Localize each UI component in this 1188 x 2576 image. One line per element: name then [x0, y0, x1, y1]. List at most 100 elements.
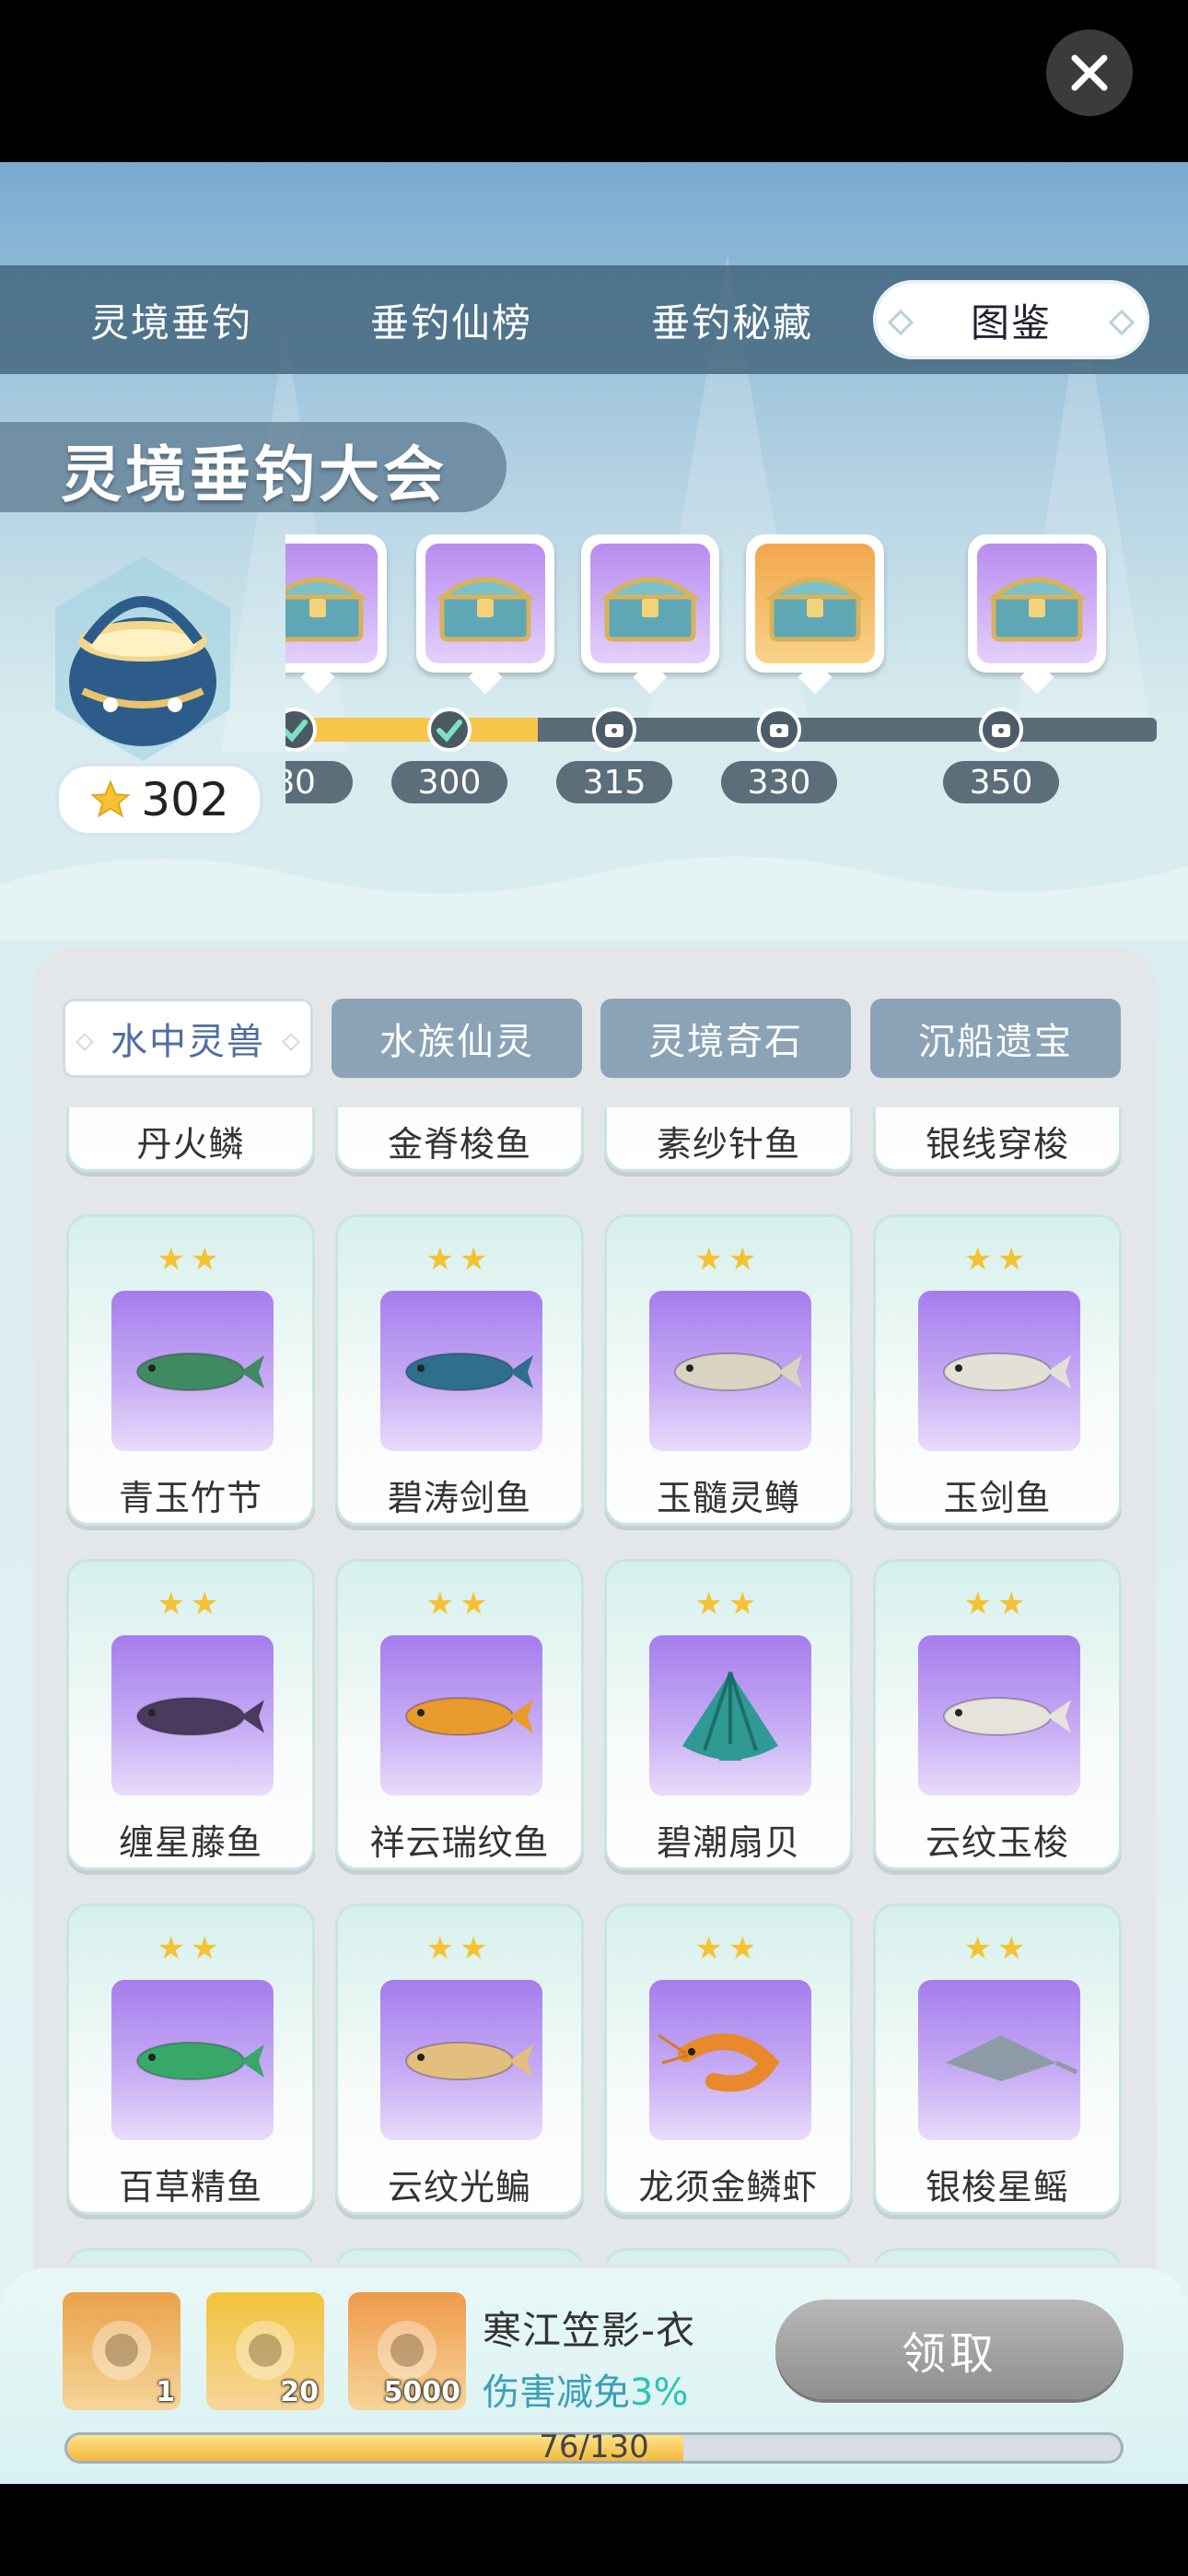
milestone-label: 315: [556, 761, 672, 803]
category-tab-2[interactable]: 灵境奇石: [600, 999, 851, 1078]
fish-name: 云纹玉梭: [925, 1822, 1069, 1863]
shrimp-icon: [649, 1980, 811, 2140]
reward-effect: 伤害减免3%: [483, 2362, 688, 2416]
goldfish-icon: [380, 1635, 542, 1796]
diamond-ornament-icon: [282, 1033, 300, 1051]
tab-codex[interactable]: 图鉴: [873, 280, 1149, 359]
fish-name: 祥云瑞纹鱼: [369, 1822, 550, 1863]
tab-codex-label: 图鉴: [970, 299, 1052, 345]
fish-name: 云纹光鳊: [387, 2167, 531, 2207]
fish-card[interactable]: 金脊梭鱼: [335, 1107, 584, 1172]
category-tab-label: 沉船遗宝: [918, 1021, 1073, 1063]
trout-icon: [649, 1291, 811, 1451]
tab-treasure[interactable]: 垂钓秘藏: [594, 265, 870, 374]
character-outfit-icon[interactable]: 1: [63, 2292, 181, 2410]
diamond-ornament-icon: [1108, 309, 1136, 336]
fish-card[interactable]: [66, 2248, 315, 2263]
chest-reward-4[interactable]: [968, 534, 1106, 695]
fish-card[interactable]: 丹火鳞: [66, 1107, 315, 1172]
milestone-label: 300: [391, 761, 507, 803]
fish-card[interactable]: ★★ 龙须金鳞虾: [604, 1903, 853, 2215]
fish-name: 素纱针鱼: [656, 1124, 800, 1165]
category-tab-label: 水中灵兽: [111, 1021, 265, 1063]
reward-count: 1: [156, 2376, 175, 2408]
fish-card[interactable]: ★★ 碧涛剑鱼: [335, 1214, 584, 1526]
category-tab-0[interactable]: 水中灵兽: [63, 999, 313, 1078]
chest-reward-3[interactable]: [746, 534, 884, 695]
treasure-chest-icon: [285, 577, 367, 642]
fish-card[interactable]: [873, 2248, 1122, 2263]
diamond-ornament-icon: [76, 1033, 94, 1051]
tab-fishing[interactable]: 灵境垂钓: [33, 265, 309, 374]
collection-progress-text: 76/130: [539, 2429, 649, 2465]
reward-name: 寒江笠影-衣: [483, 2308, 696, 2353]
treasure-chest-icon: [601, 577, 699, 642]
fish-name: 碧涛剑鱼: [387, 1478, 531, 1518]
milestone-label: 350: [943, 761, 1059, 803]
fish-grid[interactable]: 丹火鳞 金脊梭鱼 素纱针鱼 银线穿梭 ★★ 青玉竹节 ★★ 碧涛剑鱼 ★★ 玉髓灵鳟 ★★ 玉剑鱼 ★★…: [57, 1107, 1135, 2263]
star-rating: ★★: [425, 1241, 494, 1278]
track-fill: [285, 718, 539, 742]
diamond-ornament-icon: [887, 309, 914, 336]
fish-card[interactable]: ★★ 银梭星鳐: [873, 1903, 1122, 2215]
close-icon: [1071, 54, 1108, 91]
fish-name: 龙须金鳞虾: [638, 2167, 819, 2207]
chest-reward-0[interactable]: [285, 534, 387, 695]
fish-card[interactable]: ★★ 玉髓灵鳟: [604, 1214, 853, 1526]
claim-button[interactable]: 领取: [775, 2300, 1124, 2399]
star-rating: ★★: [157, 1586, 225, 1622]
fish-card[interactable]: 素纱针鱼: [604, 1107, 853, 1172]
category-tab-1[interactable]: 水族仙灵: [332, 999, 582, 1078]
fish-name: 银梭星鳐: [925, 2167, 1069, 2207]
pouch-icon: [55, 556, 230, 761]
category-tab-3[interactable]: 沉船遗宝: [870, 999, 1121, 1078]
lock-icon: [592, 708, 636, 752]
fish-name: 青玉竹节: [118, 1478, 262, 1518]
shark-icon: [918, 1635, 1080, 1796]
star-icon: [90, 779, 131, 818]
fish-card[interactable]: 银线穿梭: [873, 1107, 1122, 1172]
star-rating: ★★: [157, 1930, 225, 1967]
close-button[interactable]: [1046, 29, 1133, 116]
fish-card[interactable]: ★★ 缠星藤鱼: [66, 1559, 315, 1870]
check-icon: [427, 708, 472, 752]
lock-icon: [757, 708, 801, 752]
fish-card[interactable]: ★★ 云纹玉梭: [873, 1559, 1122, 1870]
star-rating: ★★: [425, 1930, 494, 1967]
fish-name: 缠星藤鱼: [118, 1822, 262, 1863]
fish-card[interactable]: [335, 2248, 584, 2263]
sturgeon-icon: [111, 1635, 274, 1796]
fish-card[interactable]: ★★ 碧潮扇贝: [604, 1559, 853, 1870]
tab-ranking[interactable]: 垂钓仙榜: [313, 265, 589, 374]
star-rating: ★★: [963, 1241, 1031, 1278]
check-icon: [285, 708, 317, 752]
chest-reward-1[interactable]: [416, 534, 554, 695]
swordfish-icon: [380, 1291, 542, 1451]
jade-hook-icon[interactable]: 5000: [348, 2292, 466, 2410]
reward-count: 5000: [383, 2376, 461, 2408]
fish-card[interactable]: ★★ 玉剑鱼: [873, 1214, 1122, 1526]
fish-card[interactable]: ★★ 百草精鱼: [66, 1903, 315, 2215]
chest-reward-2[interactable]: [581, 534, 719, 695]
star-rating: ★★: [694, 1930, 763, 1967]
treasure-chest-icon: [988, 577, 1086, 642]
golden-orb-icon[interactable]: 20: [206, 2292, 324, 2410]
herb-fish-icon: [111, 1980, 274, 2140]
milestone-label: 330: [721, 761, 837, 803]
fish-name: 银线穿梭: [925, 1124, 1069, 1165]
fish-name: 玉剑鱼: [943, 1478, 1052, 1518]
fish-card[interactable]: ★★ 青玉竹节: [66, 1214, 315, 1526]
fish-name: 丹火鳞: [136, 1124, 245, 1165]
reward-effect-value: 3%: [630, 2371, 689, 2414]
star-rating: ★★: [694, 1241, 763, 1278]
reward-count: 20: [280, 2376, 319, 2408]
category-tab-label: 水族仙灵: [379, 1021, 534, 1063]
fish-card[interactable]: [604, 2248, 853, 2263]
lock-icon: [979, 708, 1023, 752]
reward-track: 80 300 315 330 350: [285, 534, 1157, 838]
fish-card[interactable]: ★★ 云纹光鳊: [335, 1903, 584, 2215]
wave-divider: [0, 857, 1188, 940]
fish-card[interactable]: ★★ 祥云瑞纹鱼: [335, 1559, 584, 1870]
event-title: 灵境垂钓大会: [61, 439, 448, 510]
treasure-chest-icon: [766, 577, 864, 642]
